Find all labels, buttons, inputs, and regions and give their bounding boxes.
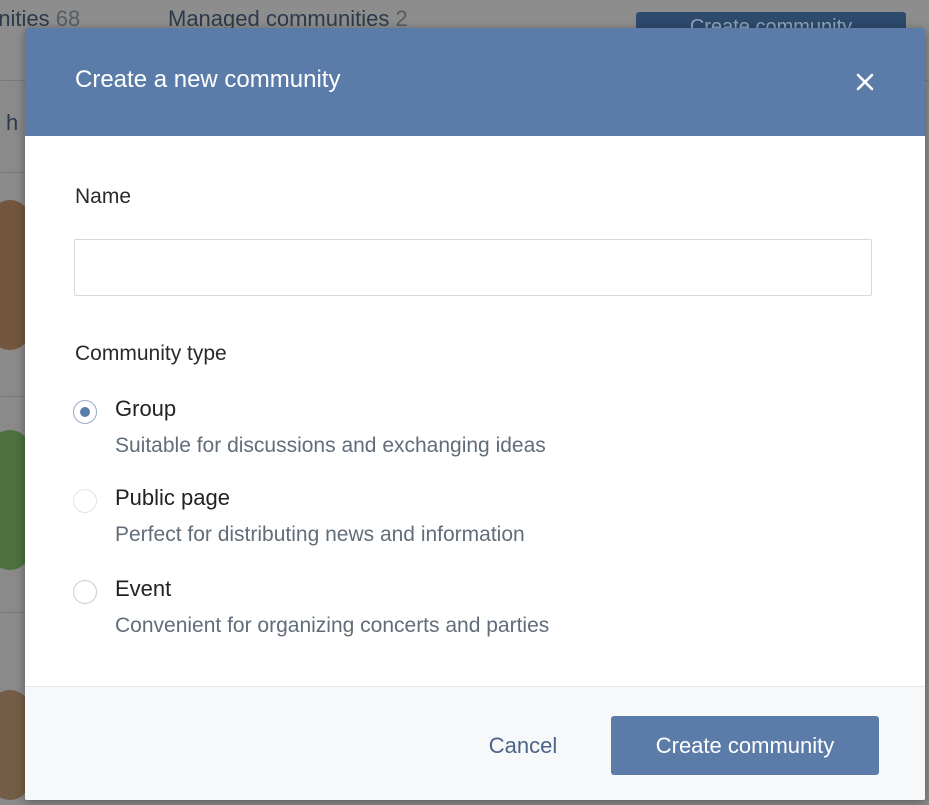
close-icon[interactable] [853, 70, 877, 94]
radio-option-label: Group [115, 396, 177, 421]
background-divider [0, 612, 24, 613]
background-partial-heading: h [6, 110, 19, 135]
radio-button-unchecked-icon[interactable] [73, 580, 97, 604]
cancel-button[interactable]: Cancel [473, 717, 573, 775]
dialog-title: Create a new community [75, 66, 341, 93]
community-type-label: Community type [75, 342, 227, 365]
radio-option-event[interactable]: Event Convenient for organizing concerts… [73, 576, 773, 650]
create-community-button[interactable]: Create community [611, 716, 879, 775]
radio-option-label: Event [115, 576, 172, 601]
create-community-dialog: Create a new community Name Community ty… [25, 28, 925, 800]
radio-option-description: Convenient for organizing concerts and p… [115, 614, 550, 637]
radio-option-description: Perfect for distributing news and inform… [115, 523, 525, 546]
dialog-header: Create a new community [25, 28, 925, 136]
name-label: Name [75, 185, 132, 208]
background-divider [0, 396, 24, 397]
community-name-input[interactable] [74, 239, 872, 296]
radio-option-description: Suitable for discussions and exchanging … [115, 434, 546, 457]
radio-option-group[interactable]: Group Suitable for discussions and excha… [73, 396, 773, 470]
radio-button-checked-icon[interactable] [73, 400, 97, 424]
radio-button-unchecked-icon[interactable] [73, 489, 97, 513]
dialog-footer: Cancel Create community [25, 686, 925, 800]
radio-option-public-page[interactable]: Public page Perfect for distributing new… [73, 485, 773, 559]
radio-option-label: Public page [115, 485, 230, 510]
background-divider [0, 172, 24, 173]
